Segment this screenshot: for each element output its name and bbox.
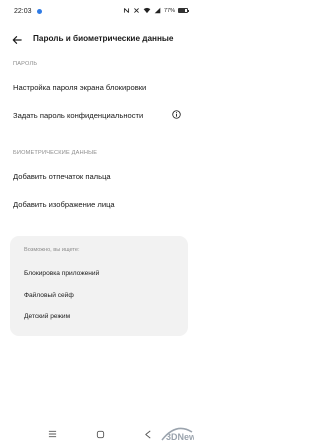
- suggestion-app-lock[interactable]: Блокировка приложений: [24, 270, 99, 277]
- notification-dot-icon: [37, 9, 42, 14]
- section-label-password: ПАРОЛЬ: [13, 61, 38, 67]
- home-button[interactable]: [94, 428, 106, 440]
- item-label: Задать пароль конфиденциальности: [13, 111, 144, 120]
- page-title: Пароль и биометрические данные: [33, 34, 174, 43]
- home-icon: [96, 430, 104, 438]
- status-bar: 22:03 77%: [0, 0, 200, 24]
- back-icon: [145, 430, 151, 438]
- section-label-biometrics: БИОМЕТРИЧЕСКИЕ ДАННЫЕ: [13, 150, 98, 156]
- sim-off-icon: [134, 8, 139, 13]
- suggestions-card: Возможно, вы ищете: Блокировка приложени…: [10, 236, 188, 336]
- watermark-text: 3DNews: [166, 432, 194, 442]
- back-nav-button[interactable]: [142, 428, 154, 440]
- add-fingerprint-item[interactable]: Добавить отпечаток пальца: [0, 167, 200, 189]
- item-label: Добавить отпечаток пальца: [13, 172, 111, 181]
- page-header: Пароль и биометрические данные: [0, 28, 200, 52]
- item-label: Настройка пароля экрана блокировки: [13, 83, 147, 92]
- battery-icon: [178, 8, 189, 13]
- status-time: 22:03: [14, 8, 32, 15]
- battery-percent: 77%: [163, 7, 175, 14]
- info-icon[interactable]: [172, 110, 181, 119]
- signal-icon: [154, 7, 161, 14]
- add-face-item[interactable]: Добавить изображение лица: [0, 195, 200, 217]
- back-arrow-icon: [12, 36, 22, 44]
- suggestions-title: Возможно, вы ищете:: [24, 247, 80, 253]
- status-icons: 77%: [123, 7, 189, 14]
- wifi-icon: [143, 7, 151, 14]
- privacy-password-item[interactable]: Задать пароль конфиденциальности: [0, 106, 200, 128]
- suggestion-file-safe[interactable]: Файловый сейф: [24, 292, 74, 299]
- lock-screen-password-item[interactable]: Настройка пароля экрана блокировки: [0, 78, 200, 100]
- suggestion-kids-mode[interactable]: Детский режим: [24, 313, 70, 320]
- menu-icon: [48, 430, 56, 438]
- item-label: Добавить изображение лица: [13, 200, 115, 209]
- recent-apps-button[interactable]: [46, 428, 58, 440]
- watermark-logo: 3DNews: [161, 427, 194, 442]
- back-button[interactable]: [8, 31, 26, 49]
- nfc-icon: [123, 8, 130, 13]
- navigation-bar: 3DNews: [0, 422, 200, 447]
